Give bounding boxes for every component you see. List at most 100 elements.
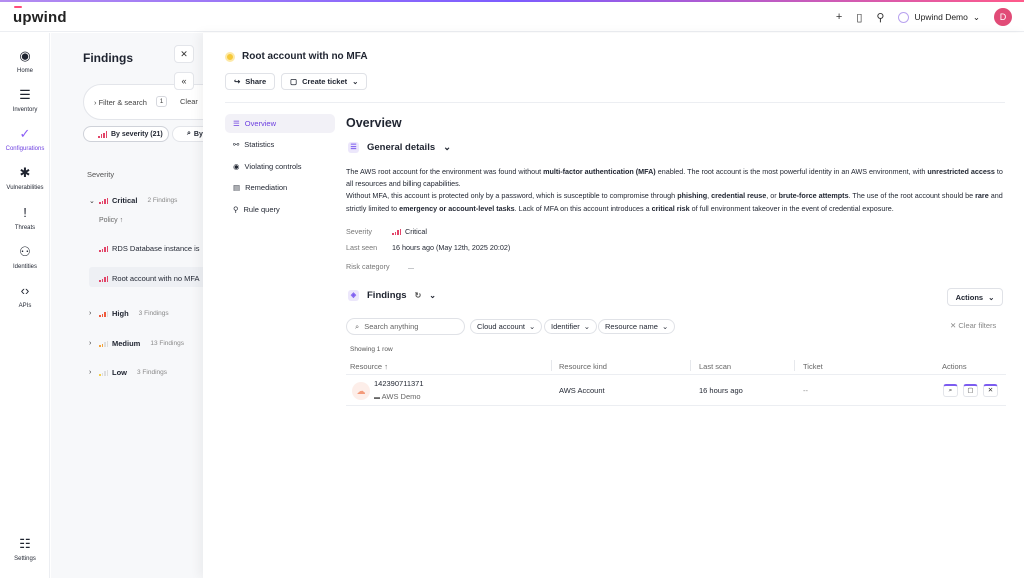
chevron-down-icon[interactable]: ⌄ [429,291,436,300]
tab-by-other[interactable]: ⌕ By [172,126,204,142]
findings-section-header: ◈ Findings ↻ ⌄ [348,290,436,301]
chart-icon: ⚯ [233,140,240,150]
create-ticket-row-button[interactable]: ▢ [963,384,978,397]
top-bar-actions: + ▯ ⚲ Upwind Demo ⌄ D [836,7,1012,27]
severity-label: Severity [346,227,372,236]
close-icon: ✕ [180,48,188,59]
sidebar-item-threats[interactable]: ! Threats [0,205,50,231]
ticket: -- [803,386,808,395]
nav-overview[interactable]: ☰ Overview [225,114,335,133]
nav-rule-query[interactable]: ⚲ Rule query [225,200,335,219]
severity-group-high[interactable]: › High 3 Findings [89,309,169,318]
clipboard-icon: ▤ [233,183,241,193]
configurations-icon: ✓ [19,126,31,141]
filter-chip-resource-name[interactable]: Resource name ⌄ [598,319,676,334]
chevron-down-icon: ⌄ [528,322,536,331]
chevron-down-icon: ⌄ [583,322,591,331]
filter-chip-cloud-account[interactable]: Cloud account ⌄ [470,319,543,334]
filter-count-badge: 1 [156,96,167,107]
refresh-icon[interactable]: ↻ [415,291,422,300]
search-icon: ⌕ [948,387,953,394]
policy-sort-header[interactable]: Policy ↑ [99,217,123,224]
arrow-up-icon: ↑ [384,362,388,371]
finding-description: The AWS root account for the environment… [346,167,1003,213]
dismiss-button[interactable]: ✕ [983,384,998,397]
share-icon: ↪ [234,77,241,86]
sidebar-item-inventory[interactable]: ☰ Inventory [0,87,50,113]
close-panel-button[interactable]: ✕ [174,45,194,63]
sidebar-item-configurations[interactable]: ✓ Configurations [0,126,50,152]
alert-icon: ! [23,205,27,220]
list-icon: ☰ [233,119,240,128]
chevron-right-icon: › [89,310,92,317]
home-icon: ◉ [19,48,31,63]
findings-search-input[interactable]: ⌕ Search anything [346,318,465,335]
sidebar-item-apis[interactable]: ‹› APIs [0,283,50,309]
severity-group-low[interactable]: › Low 3 Findings [89,368,167,377]
severity-critical-icon [98,131,107,138]
target-icon: ◉ [233,161,240,171]
column-resource-kind[interactable]: Resource kind [559,362,607,371]
close-icon: ✕ [987,387,994,394]
upwind-logo[interactable]: upwind [13,9,67,26]
finding-title: Root account with no MFA [225,51,368,62]
collapse-panel-button[interactable]: « [174,72,194,90]
plus-icon[interactable]: + [836,11,842,23]
clear-filters-button[interactable]: ✕ Clear filters [950,321,996,330]
finding-item-rds[interactable]: RDS Database instance is [99,244,200,253]
severity-column-header: Severity [87,170,115,179]
share-button[interactable]: ↪ Share [225,73,276,90]
chevron-down-icon: ⌄ [972,11,980,22]
finding-item-root-mfa[interactable]: Root account with no MFA [99,274,200,283]
clear-filters-link[interactable]: Clear [180,97,198,106]
finding-detail-panel: Root account with no MFA ↪ Share ▢ Creat… [203,33,1024,578]
avatar[interactable]: D [994,8,1012,26]
resource-account: ▬ AWS Demo [374,392,421,401]
chevron-right-icon: › [89,340,92,347]
resource-kind: AWS Account [559,386,605,395]
sidebar-item-vulnerabilities[interactable]: ✱ Vulnerabilities [0,165,50,191]
severity-low-icon [99,369,108,376]
search-icon: ⌕ [355,321,360,331]
resource-id[interactable]: 142390711371 [374,379,424,388]
column-resource[interactable]: Resource ↑ [350,362,388,371]
sidebar-item-home[interactable]: ◉ Home [0,48,50,74]
severity-group-critical[interactable]: ⌄ Critical 2 Findings [89,196,177,205]
severity-critical-icon [99,197,108,204]
sidebar-item-settings[interactable]: ☷ Settings [0,536,50,562]
nav-remediation[interactable]: ▤ Remediation [225,178,335,197]
column-actions: Actions [942,362,967,371]
list-icon: ☰ [348,142,359,153]
findings-panel: Findings › Filter & search 1 By severity… [51,33,204,578]
general-details-header[interactable]: ☰ General details ⌄ [348,142,451,153]
sliders-icon: ☷ [19,536,31,551]
divider [225,102,1005,103]
column-last-scan[interactable]: Last scan [699,362,731,371]
severity-value: Critical [392,227,427,236]
org-name: Upwind Demo [914,12,968,22]
create-ticket-button[interactable]: ▢ Create ticket ⌄ [281,73,368,90]
severity-group-medium[interactable]: › Medium 13 Findings [89,339,184,348]
chevron-down-icon: ⌄ [352,77,359,86]
filter-chip-identifier[interactable]: Identifier ⌄ [544,319,598,334]
tab-by-severity[interactable]: By severity (21) [83,126,169,142]
severity-critical-icon [99,275,108,282]
person-icon[interactable]: ⚲ [876,11,884,24]
chevron-down-icon: ⌄ [661,322,669,331]
column-ticket[interactable]: Ticket [803,362,823,371]
findings-panel-title: Findings [83,51,133,65]
actions-dropdown-button[interactable]: Actions ⌄ [947,288,1003,306]
user-icon: ⚇ [19,244,31,259]
book-icon[interactable]: ▯ [856,11,862,24]
nav-violating-controls[interactable]: ◉ Violating controls [225,157,335,176]
org-switcher[interactable]: Upwind Demo ⌄ [898,11,980,23]
overview-title: Overview [346,116,402,130]
nav-statistics[interactable]: ⚯ Statistics [225,135,335,154]
risk-category-label: Risk category [346,262,390,271]
severity-sun-icon [225,51,235,62]
investigate-button[interactable]: ⌕ [943,384,958,397]
table-row[interactable]: ☁ 142390711371 ▬ AWS Demo AWS Account 16… [346,375,1006,406]
sidebar-item-identities[interactable]: ⚇ Identities [0,244,50,270]
last-seen-label: Last seen [346,243,378,252]
sidebar: ◉ Home ☰ Inventory ✓ Configurations ✱ Vu… [0,33,50,578]
